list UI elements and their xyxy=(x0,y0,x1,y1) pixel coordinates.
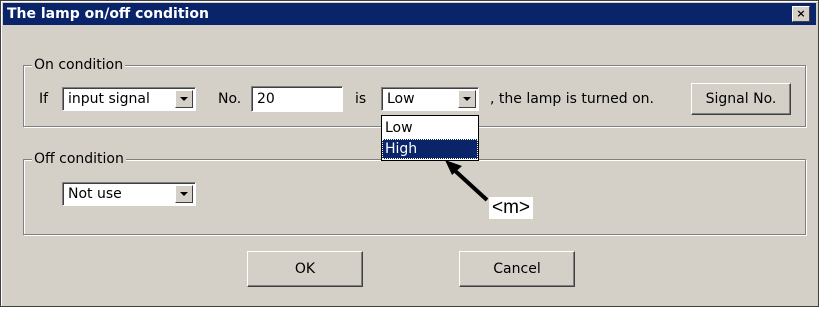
off-condition-label: Off condition xyxy=(32,150,126,168)
dropdown-option-low[interactable]: Low xyxy=(382,118,478,138)
is-label: is xyxy=(355,91,367,107)
annotation-label: <m> xyxy=(489,197,534,219)
off-mode-value: Not use xyxy=(68,186,122,202)
close-icon: × xyxy=(796,7,806,20)
title-bar: The lamp on/off condition × xyxy=(3,3,816,25)
chevron-down-icon[interactable] xyxy=(458,90,476,108)
signal-state-combo[interactable]: Low xyxy=(381,87,479,111)
signal-number-input[interactable]: 20 xyxy=(251,86,343,112)
on-condition-label: On condition xyxy=(32,56,126,74)
signal-number-value: 20 xyxy=(257,91,275,107)
close-button[interactable]: × xyxy=(792,6,810,22)
chevron-down-icon[interactable] xyxy=(175,185,193,203)
lamp-on-text: , the lamp is turned on. xyxy=(490,91,654,107)
dropdown-option-high[interactable]: High xyxy=(382,139,478,159)
signal-state-dropdown-list[interactable]: Low High xyxy=(381,115,479,161)
off-mode-combo[interactable]: Not use xyxy=(62,182,196,206)
signal-source-combo[interactable]: input signal xyxy=(62,87,196,111)
signal-no-button[interactable]: Signal No. xyxy=(691,83,791,115)
chevron-down-icon[interactable] xyxy=(175,90,193,108)
no-label: No. xyxy=(218,91,242,107)
if-label: If xyxy=(39,91,49,107)
window-title: The lamp on/off condition xyxy=(7,6,209,22)
ok-button[interactable]: OK xyxy=(247,251,363,287)
lamp-condition-dialog: The lamp on/off condition × On condition… xyxy=(0,0,819,307)
signal-state-value: Low xyxy=(387,91,415,107)
signal-source-value: input signal xyxy=(68,91,150,107)
cancel-button[interactable]: Cancel xyxy=(459,251,575,287)
